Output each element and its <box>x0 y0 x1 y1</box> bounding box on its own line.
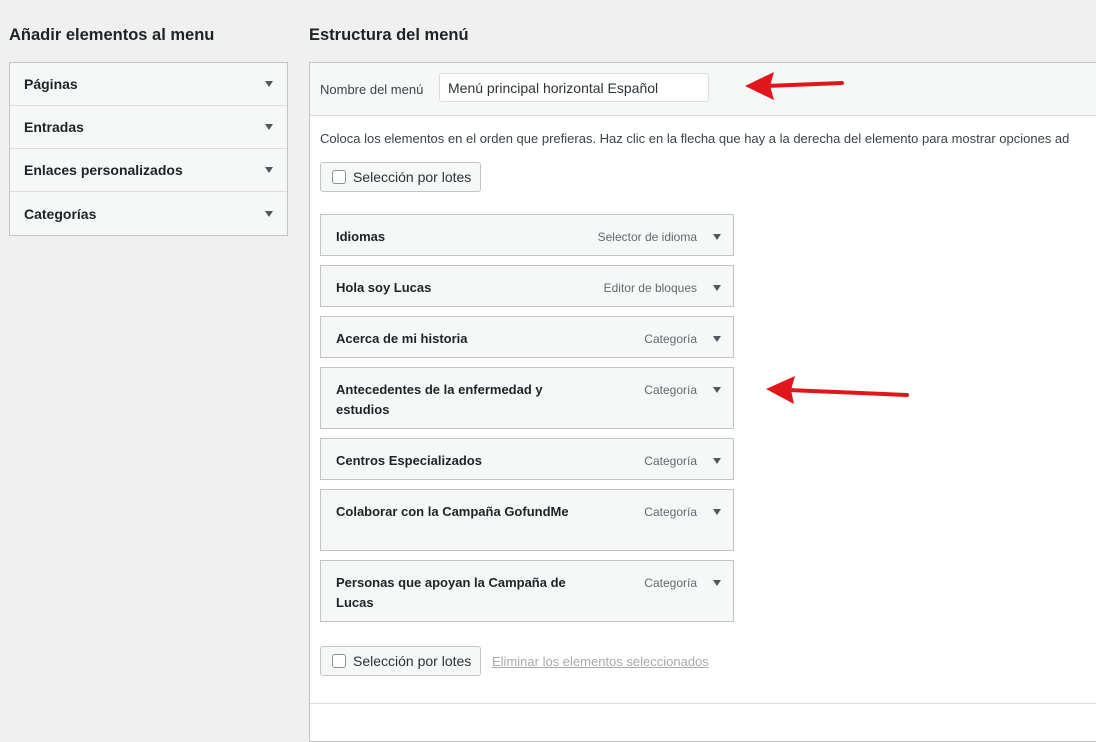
red-arrow-icon <box>745 72 844 100</box>
menu-item[interactable]: Antecedentes de la enfermedad y estudios… <box>320 367 734 429</box>
menu-item-title: Personas que apoyan la Campaña de Lucas <box>336 575 566 610</box>
menu-item-type: Editor de bloques <box>603 281 697 295</box>
menu-item-type: Categoría <box>644 576 697 590</box>
triangle-down-icon <box>265 210 273 217</box>
menu-name-label: Nombre del menú <box>320 82 424 97</box>
accordion-section-pages[interactable]: Páginas <box>10 63 287 106</box>
menu-item-title: Idiomas <box>336 229 386 244</box>
menu-name-header: Nombre del menú <box>310 63 1096 116</box>
menu-item-title: Acerca de mi historia <box>336 331 468 346</box>
menu-item-type: Selector de idioma <box>597 230 697 244</box>
menu-item[interactable]: Idiomas Selector de idioma <box>320 214 734 256</box>
menu-name-input[interactable] <box>439 73 709 102</box>
bulk-select-checkbox[interactable] <box>332 170 346 184</box>
delete-selected-link[interactable]: Eliminar los elementos seleccionados <box>492 654 709 669</box>
accordion-section-posts[interactable]: Entradas <box>10 106 287 149</box>
accordion-section-label: Entradas <box>24 119 84 135</box>
menu-item-type: Categoría <box>644 454 697 468</box>
triangle-down-icon[interactable] <box>713 336 721 342</box>
bulk-select-label: Selección por lotes <box>353 653 472 669</box>
bulk-select-button[interactable]: Selección por lotes <box>320 162 481 192</box>
bulk-select-button[interactable]: Selección por lotes <box>320 646 481 676</box>
triangle-down-icon <box>265 124 273 130</box>
triangle-down-icon[interactable] <box>713 458 721 464</box>
add-menu-items-heading: Añadir elementos al menu <box>9 26 215 44</box>
menu-item-type: Categoría <box>644 332 697 346</box>
accordion-section-categories[interactable]: Categorías <box>10 192 287 235</box>
menu-item[interactable]: Colaborar con la Campaña GofundMe Catego… <box>320 489 734 551</box>
menu-structure-panel: Nombre del menú Coloca los elementos en … <box>309 62 1096 742</box>
menu-item-type: Categoría <box>644 505 697 519</box>
triangle-down-icon <box>265 167 273 173</box>
menu-instructions: Coloca los elementos en el orden que pre… <box>320 131 1070 146</box>
menu-structure-heading: Estructura del menú <box>309 26 469 44</box>
menu-item-title: Hola soy Lucas <box>336 280 432 295</box>
divider <box>310 703 1096 704</box>
menu-item[interactable]: Personas que apoyan la Campaña de Lucas … <box>320 560 734 622</box>
menu-item[interactable]: Acerca de mi historia Categoría <box>320 316 734 358</box>
accordion-section-custom-links[interactable]: Enlaces personalizados <box>10 149 287 192</box>
bulk-select-checkbox[interactable] <box>332 654 346 668</box>
menu-item-type: Categoría <box>644 383 697 397</box>
accordion-section-label: Páginas <box>24 76 78 92</box>
triangle-down-icon[interactable] <box>713 387 721 393</box>
menu-item[interactable]: Hola soy Lucas Editor de bloques <box>320 265 734 307</box>
red-arrow-icon <box>766 376 909 404</box>
triangle-down-icon[interactable] <box>713 285 721 291</box>
bulk-select-label: Selección por lotes <box>353 169 472 185</box>
menu-item-title: Centros Especializados <box>336 453 482 468</box>
triangle-down-icon[interactable] <box>713 580 721 586</box>
triangle-down-icon <box>265 81 273 87</box>
triangle-down-icon[interactable] <box>713 234 721 240</box>
accordion-section-label: Categorías <box>24 205 97 222</box>
menu-item[interactable]: Centros Especializados Categoría <box>320 438 734 480</box>
triangle-down-icon[interactable] <box>713 509 721 515</box>
menu-item-title: Antecedentes de la enfermedad y estudios <box>336 382 543 417</box>
add-items-accordion: Páginas Entradas Enlaces personalizados … <box>9 62 288 236</box>
menu-item-title: Colaborar con la Campaña GofundMe <box>336 504 569 519</box>
accordion-section-label: Enlaces personalizados <box>24 162 183 178</box>
